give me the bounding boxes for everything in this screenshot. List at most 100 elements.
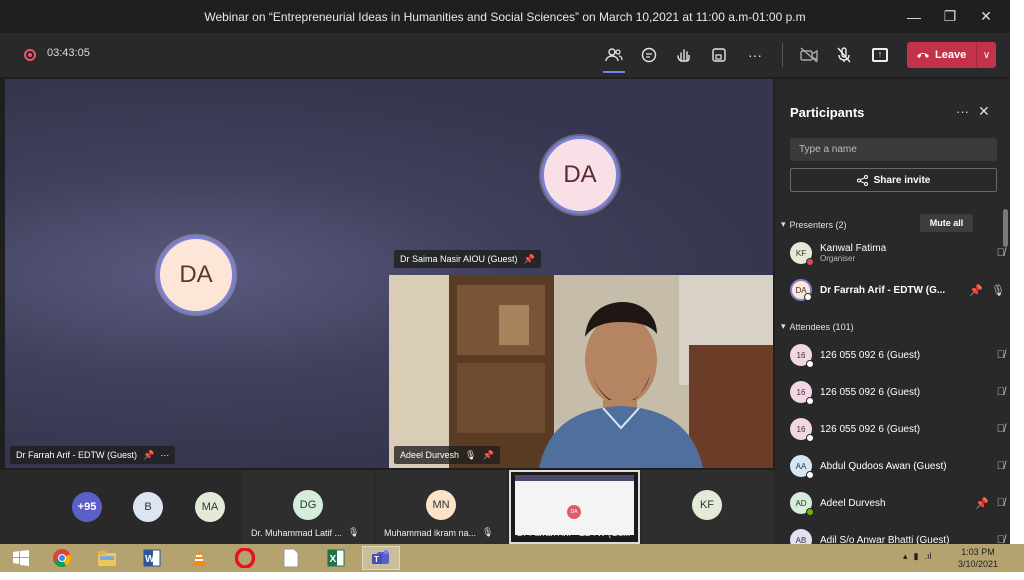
presence-icon	[804, 293, 812, 301]
participant-status-icons: 🎙̸	[997, 534, 1005, 544]
strip-avatar: B	[133, 492, 163, 522]
more-icon: ···	[748, 47, 762, 63]
excel-taskbar-button[interactable]: X	[317, 546, 355, 570]
desktop-edge	[0, 572, 1024, 580]
participant-row[interactable]: AB Adil S/o Anwar Bhatti (Guest) 🎙̸	[790, 523, 1005, 544]
share-invite-button[interactable]: Share invite	[790, 168, 997, 192]
avatar-initials: AD	[795, 498, 807, 508]
vlc-taskbar-button[interactable]	[180, 546, 218, 570]
pin-icon: 📌	[143, 449, 155, 460]
start-button[interactable]	[2, 546, 40, 570]
participant-status-icons: 📌 🎙	[969, 284, 1005, 297]
participant-search-input[interactable]: Type a name	[790, 138, 997, 161]
network-icon[interactable]: ▮	[914, 551, 919, 562]
participant-row[interactable]: DA Dr Farrah Arif - EDTW (G... 📌 🎙	[790, 273, 1005, 307]
avatar-initials: 16	[796, 387, 806, 397]
presence-icon	[806, 434, 814, 442]
participant-name-tag-right: Dr Saima Nasir AIOU (Guest) 📌	[394, 250, 541, 268]
panel-close-icon[interactable]: ✕	[978, 103, 990, 120]
participant-row[interactable]: KF Kanwal Fatima Organiser 🎙̸	[790, 236, 1005, 270]
mic-off-icon	[837, 47, 851, 63]
folder-icon	[98, 551, 116, 566]
camera-toggle-button[interactable]	[796, 42, 822, 68]
strip-tile[interactable]: DG Dr. Muhammad Latif ... 🎙	[243, 470, 374, 544]
mic-toggle-button[interactable]	[831, 42, 857, 68]
collapse-chevron-icon: ▾	[781, 321, 786, 331]
participant-row[interactable]: 16 126 055 092 6 (Guest) 🎙̸	[790, 375, 1005, 409]
participant-status-icons: 🎙̸	[997, 423, 1005, 435]
leave-options-chevron-icon[interactable]: ∨	[977, 50, 996, 61]
panel-more-icon[interactable]: ···	[956, 104, 969, 119]
participant-name: 126 055 092 6 (Guest)	[820, 386, 921, 398]
participant-row[interactable]: AA Abdul Qudoos Awan (Guest) 🎙̸	[790, 449, 1005, 483]
recording-icon	[24, 49, 36, 61]
participant-name: Dr Saima Nasir AIOU (Guest)	[400, 254, 518, 264]
presenters-label: Presenters (2)	[789, 219, 847, 230]
shared-screen-thumbnail: DA	[515, 475, 634, 535]
participant-row[interactable]: 16 126 055 092 6 (Guest) 🎙̸	[790, 338, 1005, 372]
mic-muted-icon: 🎙̸	[996, 496, 1005, 509]
chat-button[interactable]	[636, 42, 662, 68]
pin-icon: 📌	[523, 253, 535, 264]
rooms-button[interactable]	[706, 42, 732, 68]
participant-row[interactable]: AD Adeel Durvesh 📌 🎙̸	[790, 486, 1005, 520]
vlc-icon	[193, 550, 205, 566]
mute-all-button[interactable]: Mute all	[920, 214, 973, 232]
participant-avatar: KF	[790, 242, 814, 266]
signal-icon[interactable]: .ıl	[924, 551, 931, 562]
close-window-button[interactable]: ✕	[968, 8, 1004, 25]
strip-avatar: MN	[426, 490, 456, 520]
avatar-initials: AB	[795, 535, 807, 545]
shared-screen-tile[interactable]: DA Dr Farrah Arif - EDTW (Gu...	[509, 470, 640, 544]
windows-logo-icon	[13, 550, 29, 566]
presenters-section-header[interactable]: ▾ Presenters (2)	[781, 219, 847, 230]
strip-tile[interactable]: MN Muhammad ikram na... 🎙	[376, 470, 507, 544]
minimize-button[interactable]: —	[896, 9, 932, 25]
presence-icon	[806, 360, 814, 368]
strip-tile-label: Dr. Muhammad Latif ...	[251, 527, 343, 538]
opera-taskbar-button[interactable]	[226, 546, 264, 570]
overflow-participants-button[interactable]: +95	[72, 492, 102, 522]
attendees-section-header[interactable]: ▾ Attendees (101)	[781, 321, 854, 332]
more-actions-button[interactable]: ···	[742, 42, 768, 68]
system-clock[interactable]: 1:03 PM 3/10/2021	[958, 546, 998, 570]
strip-tile-label: Muhammad ikram na...	[384, 527, 477, 538]
chrome-taskbar-button[interactable]	[43, 546, 81, 570]
strip-tile[interactable]: KF	[642, 470, 773, 544]
svg-text:W: W	[145, 554, 155, 565]
raise-hand-button[interactable]	[671, 42, 697, 68]
document-taskbar-button[interactable]	[272, 546, 310, 570]
teams-meeting-window: Webinar on “Entrepreneurial Ideas in Hum…	[0, 0, 1010, 544]
participant-status-icons: 🎙̸	[997, 247, 1005, 259]
more-options-icon[interactable]: ···	[160, 450, 169, 460]
show-participants-button[interactable]	[601, 42, 627, 73]
participant-name-tag-left: Dr Farrah Arif - EDTW (Guest) 📌 ···	[10, 446, 176, 464]
leave-button[interactable]: Leave	[907, 49, 976, 61]
participant-info: Adil S/o Anwar Bhatti (Guest)	[820, 535, 991, 545]
tray-expand-icon[interactable]: ▴	[903, 551, 908, 562]
mic-muted-icon: 🎙̸	[996, 423, 1005, 435]
participant-info: Abdul Qudoos Awan (Guest)	[820, 461, 991, 472]
strip-tile-name: Dr Farrah Arif - EDTW (Gu...	[517, 528, 631, 538]
chrome-icon	[53, 549, 71, 567]
title-bar: Webinar on “Entrepreneurial Ideas in Hum…	[0, 0, 1010, 33]
strip-tile-name: Muhammad ikram na... 🎙	[384, 527, 493, 538]
file-explorer-taskbar-button[interactable]	[88, 546, 126, 570]
participant-status-icons: 📌 🎙̸	[975, 497, 1005, 510]
pin-icon: 📌	[975, 497, 989, 510]
live-video-feed: Adeel Durvesh 🎙 📌	[389, 275, 773, 468]
breakout-rooms-icon	[712, 48, 726, 62]
teams-taskbar-button[interactable]: T	[362, 546, 400, 570]
maximize-button[interactable]: ❐	[932, 8, 968, 25]
participant-info: Dr Farrah Arif - EDTW (G...	[820, 285, 963, 296]
participant-avatar: AD	[790, 492, 814, 516]
camera-off-icon	[800, 47, 818, 63]
mic-muted-icon: 🎙̸	[996, 386, 1005, 398]
mic-on-icon: 🎙	[991, 284, 1005, 297]
presence-available-icon	[806, 508, 814, 516]
strip-avatar: DG	[293, 490, 323, 520]
participant-avatar: 16	[790, 381, 814, 405]
word-taskbar-button[interactable]: W	[133, 546, 171, 570]
share-screen-button[interactable]: ↑	[867, 42, 893, 68]
participant-row[interactable]: 16 126 055 092 6 (Guest) 🎙̸	[790, 412, 1005, 446]
